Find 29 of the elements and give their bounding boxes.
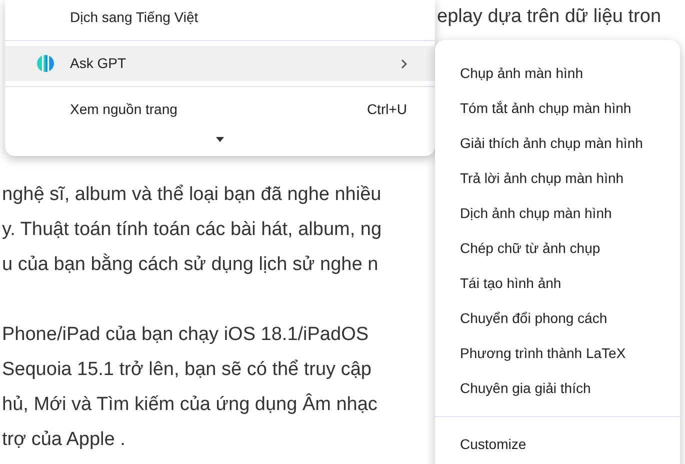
menu-item-label: Ask GPT — [70, 54, 128, 73]
menu-item[interactable]: Tái tạo hình ảnh — [435, 266, 680, 301]
menu-item[interactable]: Chuyển đổi phong cách — [435, 301, 680, 336]
menu-item[interactable]: Chép chữ từ ảnh chụp — [435, 231, 680, 266]
article-text: trợ của Apple . — [2, 428, 126, 452]
striped-circle-icon — [37, 55, 54, 72]
menu-item[interactable]: Trả lời ảnh chụp màn hình — [435, 161, 680, 196]
menu-item-label: Xem nguồn trang — [70, 100, 178, 119]
article-text: nghệ sĩ, album và thể loại bạn đã nghe nhiều — [2, 183, 382, 208]
article-text: eplay dựa trên dữ liệu tron — [437, 5, 662, 30]
article-text: y. Thuật toán tính toán các bài hát, album, ng — [2, 218, 382, 242]
article-text: Sequoia 15.1 trở lên, bạn sẽ có thể truy cập — [2, 358, 372, 382]
menu-item-label: Dịch sang Tiếng Việt — [70, 8, 200, 27]
menu-item[interactable]: Customize — [435, 427, 680, 462]
menu-item[interactable]: Giải thích ảnh chụp màn hình — [435, 126, 680, 161]
menu-item[interactable]: Chuyên gia giải thích — [435, 371, 680, 406]
menu-item[interactable]: Dịch ảnh chụp màn hình — [435, 196, 680, 231]
menu-item[interactable]: Phương trình thành LaTeX — [435, 336, 680, 371]
menu-item[interactable]: Ask GPT — [5, 46, 435, 81]
menu-item[interactable]: Dịch sang Tiếng Việt — [5, 0, 435, 35]
article-text: u của bạn bằng cách sử dụng lịch sử nghe n — [2, 252, 378, 278]
chevron-right-icon — [401, 58, 407, 68]
caret-down-icon[interactable] — [216, 137, 224, 142]
shortcut-label: Ctrl+U — [366, 100, 407, 119]
menu-item[interactable]: Chụp ảnh màn hình — [435, 56, 680, 91]
menu-item[interactable]: Tóm tắt ảnh chụp màn hình — [435, 91, 680, 126]
menu-item[interactable]: Xem nguồn trang Ctrl+U — [5, 92, 435, 127]
article-text: hủ, Mới và Tìm kiếm của ứng dụng Âm nhạc — [2, 392, 378, 418]
article-text: Phone/iPad của bạn chạy iOS 18.1/iPadOS — [2, 323, 369, 348]
